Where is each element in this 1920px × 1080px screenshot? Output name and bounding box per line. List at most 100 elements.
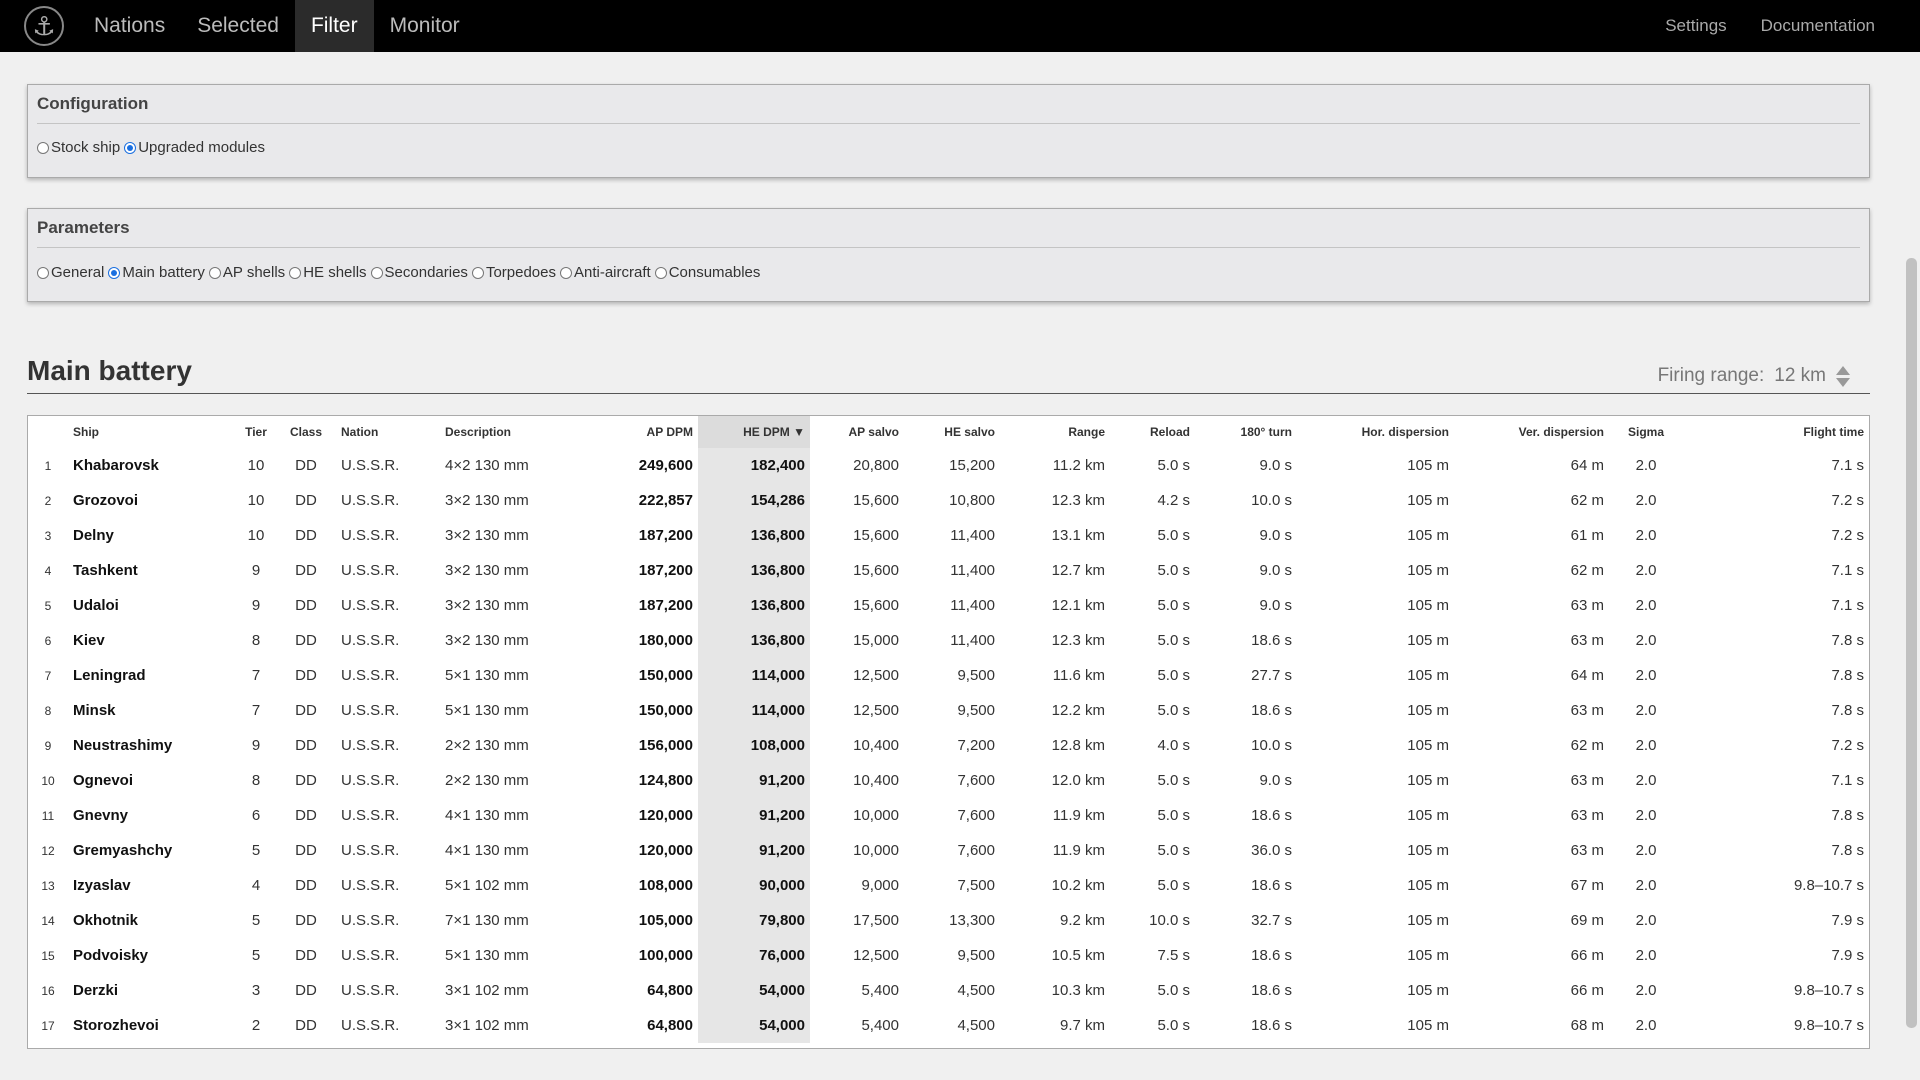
radio-torpedoes[interactable]: Torpedoes xyxy=(471,264,556,281)
radio-general[interactable]: General xyxy=(37,264,104,281)
cell-ship[interactable]: Gremyashchy xyxy=(68,833,236,868)
table-row[interactable]: 8 Minsk 7 DD U.S.S.R. 5×1 130 mm 150,000 114,00… xyxy=(28,693,1869,728)
header-he-salvo[interactable]: HE salvo xyxy=(904,416,1000,448)
table-row[interactable]: 9 Neustrashimy 9 DD U.S.S.R. 2×2 130 mm 156,00… xyxy=(28,728,1869,763)
cell-180-turn: 18.6 s xyxy=(1251,807,1292,824)
cell-tier: 8 xyxy=(251,632,261,649)
cell-ap-salvo: 10,400 xyxy=(853,737,899,754)
radio-secondaries[interactable]: Secondaries xyxy=(370,264,468,281)
scrollbar-thumb[interactable] xyxy=(1906,258,1917,1028)
cell-nation: U.S.S.R. xyxy=(341,457,400,474)
header-class[interactable]: Class xyxy=(276,416,336,448)
cell-range: 12.3 km xyxy=(1051,492,1105,509)
radio-stock-ship[interactable]: Stock ship xyxy=(37,139,120,156)
header-ver-dispersion[interactable]: Ver. dispersion xyxy=(1454,416,1609,448)
table-row[interactable]: 10 Ognevoi 8 DD U.S.S.R. 2×2 130 mm 124,800 91,… xyxy=(28,763,1869,798)
radio-main-battery[interactable]: Main battery xyxy=(108,264,205,281)
table-row[interactable]: 6 Kiev 8 DD U.S.S.R. 3×2 130 mm 180,000 136,800… xyxy=(28,623,1869,658)
table-row[interactable]: 17 Storozhevoi 2 DD U.S.S.R. 3×1 102 mm 64,800… xyxy=(28,1008,1869,1043)
header-ship[interactable]: Ship xyxy=(68,416,236,448)
nav-settings[interactable]: Settings xyxy=(1648,0,1743,52)
cell-sigma: 2.0 xyxy=(1635,807,1657,824)
range-spinner[interactable] xyxy=(1836,365,1850,387)
radio-circle[interactable] xyxy=(208,266,221,279)
cell-ship[interactable]: Minsk xyxy=(68,693,236,728)
radio-circle[interactable] xyxy=(654,266,667,279)
nav-nations[interactable]: Nations xyxy=(78,0,181,52)
cell-ship[interactable]: Derzki xyxy=(68,973,236,1008)
cell-ship[interactable]: Grozovoi xyxy=(68,483,236,518)
table-row[interactable]: 12 Gremyashchy 5 DD U.S.S.R. 4×1 130 mm 120,00… xyxy=(28,833,1869,868)
cell-he-salvo: 11,400 xyxy=(950,527,995,544)
cell-ship[interactable]: Izyaslav xyxy=(68,868,236,903)
cell-ap-salvo: 17,500 xyxy=(853,912,899,929)
cell-ship[interactable]: Storozhevoi xyxy=(68,1008,236,1043)
table-row[interactable]: 5 Udaloi 9 DD U.S.S.R. 3×2 130 mm 187,200 136,8… xyxy=(28,588,1869,623)
cell-ap-salvo: 15,600 xyxy=(853,562,899,579)
table-row[interactable]: 2 Grozovoi 10 DD U.S.S.R. 3×2 130 mm 222,857 15… xyxy=(28,483,1869,518)
cell-ship[interactable]: Okhotnik xyxy=(68,903,236,938)
cell-ship[interactable]: Kiev xyxy=(68,623,236,658)
cell-ship[interactable]: Gnevny xyxy=(68,798,236,833)
header-sigma[interactable]: Sigma xyxy=(1609,416,1683,448)
header-ap-salvo[interactable]: AP salvo xyxy=(810,416,904,448)
cell-range: 11.6 km xyxy=(1052,667,1105,684)
cell-sigma: 2.0 xyxy=(1635,912,1657,929)
radio-circle[interactable] xyxy=(108,266,121,279)
radio-label: Anti-aircraft xyxy=(574,264,651,281)
spinner-up-icon[interactable] xyxy=(1836,365,1850,375)
table-row[interactable]: 13 Izyaslav 4 DD U.S.S.R. 5×1 102 mm 108,000 90… xyxy=(28,868,1869,903)
cell-ap-salvo: 15,600 xyxy=(853,597,899,614)
radio-circle[interactable] xyxy=(471,266,484,279)
table-row[interactable]: 11 Gnevny 6 DD U.S.S.R. 4×1 130 mm 120,000 91,2… xyxy=(28,798,1869,833)
nav-selected[interactable]: Selected xyxy=(181,0,295,52)
header-reload[interactable]: Reload xyxy=(1110,416,1195,448)
radio-circle[interactable] xyxy=(289,266,302,279)
nav-documentation[interactable]: Documentation xyxy=(1744,0,1892,52)
radio-anti-aircraft[interactable]: Anti-aircraft xyxy=(560,264,651,281)
cell-reload: 5.0 s xyxy=(1157,842,1190,859)
cell-180-turn: 9.0 s xyxy=(1259,562,1292,579)
cell-ship[interactable]: Delny xyxy=(68,518,236,553)
nav-monitor[interactable]: Monitor xyxy=(374,0,476,52)
header-tier[interactable]: Tier xyxy=(236,416,276,448)
cell-ship[interactable]: Neustrashimy xyxy=(68,728,236,763)
anchor-icon[interactable]: ⚓ xyxy=(24,6,64,46)
cell-class: DD xyxy=(295,597,317,614)
radio-ap-shells[interactable]: AP shells xyxy=(208,264,285,281)
header-nation[interactable]: Nation xyxy=(336,416,440,448)
table-row[interactable]: 1 Khabarovsk 10 DD U.S.S.R. 4×2 130 mm 249,600… xyxy=(28,448,1869,483)
header-flight-time[interactable]: Flight time xyxy=(1683,416,1869,448)
radio-circle[interactable] xyxy=(124,141,137,154)
firing-range-value[interactable]: 12 km xyxy=(1774,365,1826,387)
radio-circle[interactable] xyxy=(37,141,49,154)
table-row[interactable]: 16 Derzki 3 DD U.S.S.R. 3×1 102 mm 64,800 54,00… xyxy=(28,973,1869,1008)
table-row[interactable]: 7 Leningrad 7 DD U.S.S.R. 5×1 130 mm 150,000 11… xyxy=(28,658,1869,693)
cell-ship[interactable]: Ognevoi xyxy=(68,763,236,798)
cell-ship[interactable]: Khabarovsk xyxy=(68,448,236,483)
header-he-dpm[interactable]: HE DPM ▼ xyxy=(698,416,810,448)
table-row[interactable]: 14 Okhotnik 5 DD U.S.S.R. 7×1 130 mm 105,000 79… xyxy=(28,903,1869,938)
radio-circle[interactable] xyxy=(37,266,49,279)
header-ap-dpm[interactable]: AP DPM xyxy=(574,416,698,448)
header-hor-dispersion[interactable]: Hor. dispersion xyxy=(1297,416,1454,448)
cell-ship[interactable]: Udaloi xyxy=(68,588,236,623)
header-range[interactable]: Range xyxy=(1000,416,1110,448)
nav-filter[interactable]: Filter xyxy=(294,0,374,52)
table-row[interactable]: 15 Podvoisky 5 DD U.S.S.R. 5×1 130 mm 100,000 7… xyxy=(28,938,1869,973)
cell-ship[interactable]: Podvoisky xyxy=(68,938,236,973)
table-row[interactable]: 4 Tashkent 9 DD U.S.S.R. 3×2 130 mm 187,200 136… xyxy=(28,553,1869,588)
cell-description: 3×1 102 mm xyxy=(445,1017,529,1034)
cell-ship[interactable]: Leningrad xyxy=(68,658,236,693)
header-180-turn[interactable]: 180° turn xyxy=(1195,416,1297,448)
radio-consumables[interactable]: Consumables xyxy=(654,264,760,281)
cell-ship[interactable]: Tashkent xyxy=(68,553,236,588)
radio-he-shells[interactable]: HE shells xyxy=(289,264,367,281)
radio-circle[interactable] xyxy=(560,266,572,279)
table-row[interactable]: 3 Delny 10 DD U.S.S.R. 3×2 130 mm 187,200 136,8… xyxy=(28,518,1869,553)
header-description[interactable]: Description xyxy=(440,416,574,448)
spinner-down-icon[interactable] xyxy=(1836,377,1850,387)
radio-circle[interactable] xyxy=(370,266,383,279)
radio-upgraded-modules[interactable]: Upgraded modules xyxy=(124,139,265,156)
vertical-scrollbar[interactable] xyxy=(1902,52,1920,1080)
